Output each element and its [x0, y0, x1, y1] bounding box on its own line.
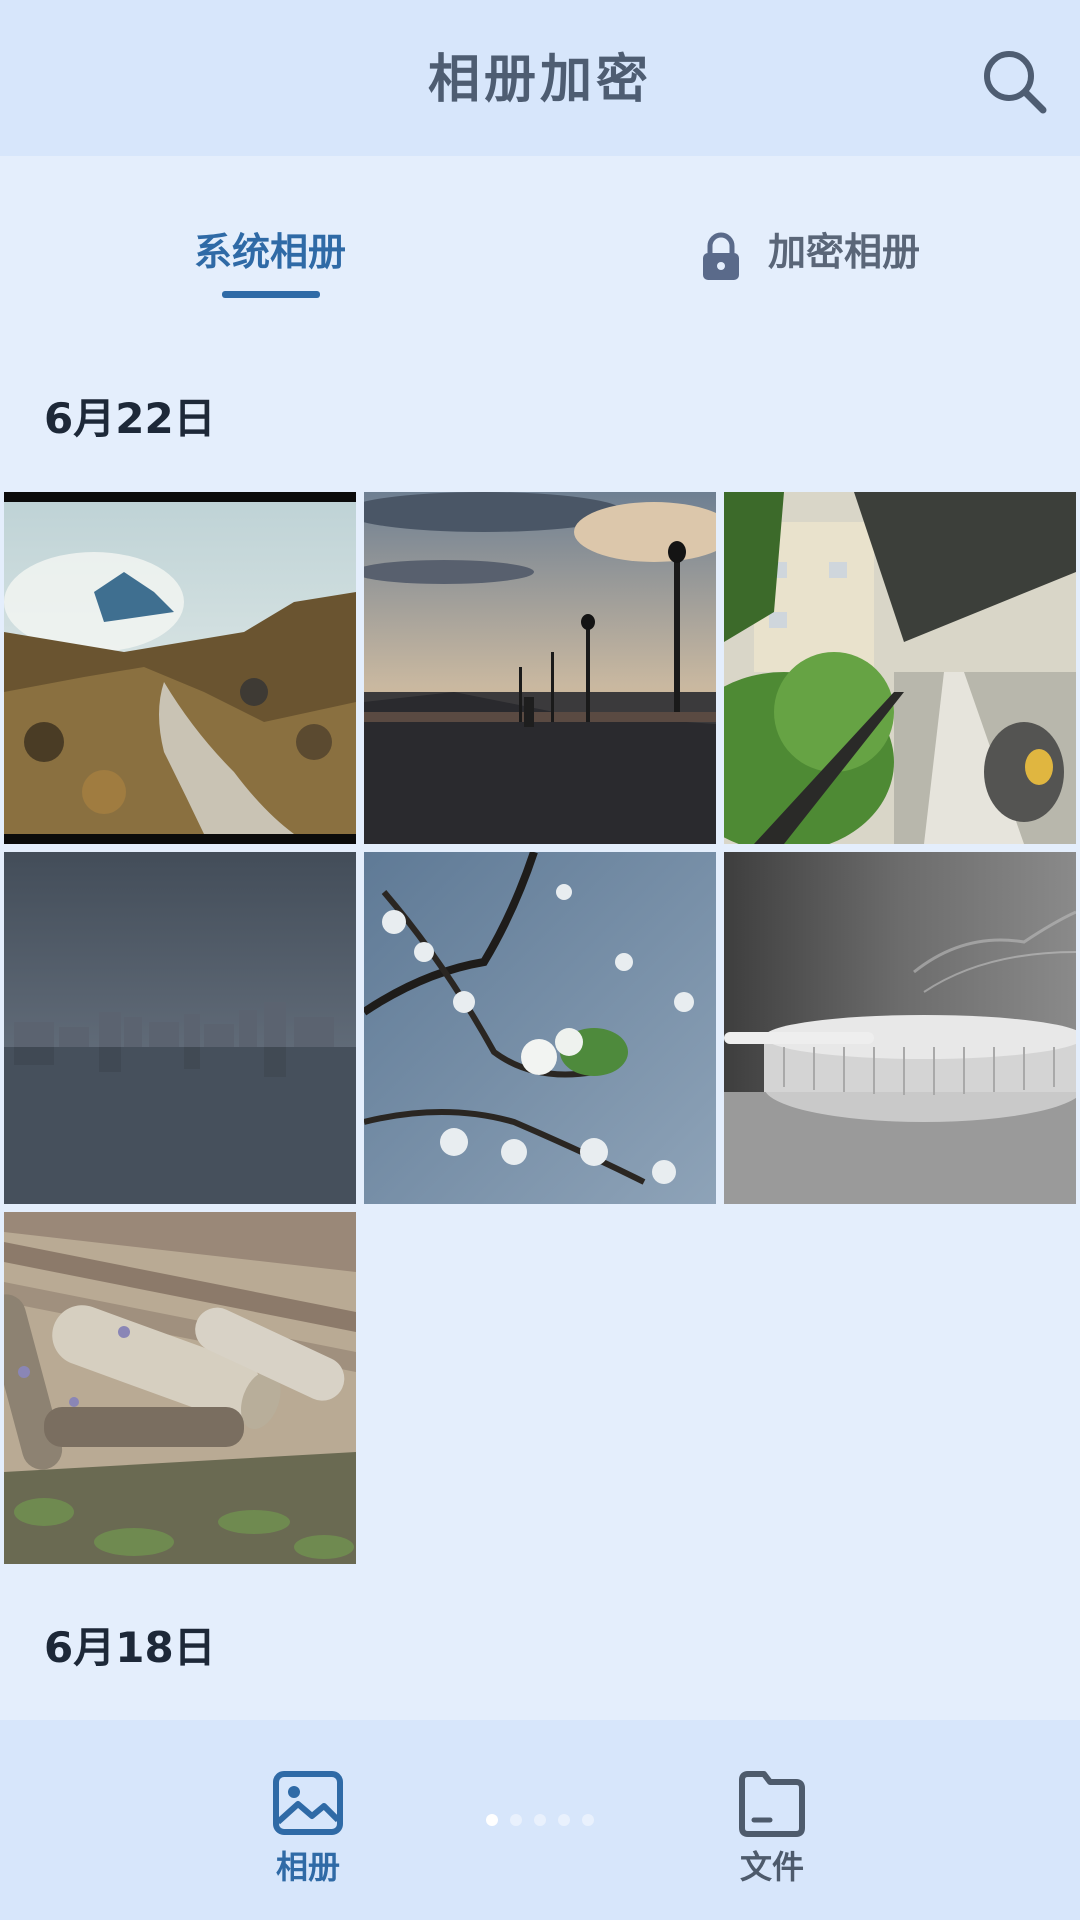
nav-item-album-label: 相册	[275, 1848, 340, 1886]
page-dot	[582, 1814, 594, 1826]
bottom-navigation: 相册 文件	[0, 1720, 1080, 1920]
photo-thumbnail-blossom-branch[interactable]	[364, 852, 716, 1204]
nav-item-files[interactable]: 文件	[692, 1750, 852, 1900]
lock-icon	[703, 232, 739, 280]
page-title: 相册加密	[427, 50, 652, 110]
photo-image	[4, 852, 356, 1204]
photo-image	[364, 852, 716, 1204]
photo-image	[724, 492, 1076, 844]
tab-system-album-label: 系统相册	[193, 230, 346, 274]
page-dot	[558, 1814, 570, 1826]
nav-item-album[interactable]: 相册	[228, 1750, 388, 1900]
section-date-label: 6月18日	[44, 1623, 216, 1672]
page-dot	[534, 1814, 546, 1826]
photo-thumbnail-riverside-walkway[interactable]	[364, 492, 716, 844]
page-dot	[510, 1814, 522, 1826]
search-icon	[984, 51, 1047, 114]
page-indicator	[486, 1812, 596, 1828]
tab-encrypted-album-label: 加密相册	[768, 230, 921, 274]
nav-item-files-label: 文件	[739, 1848, 804, 1886]
page-dot	[486, 1814, 498, 1826]
photo-image	[4, 1212, 356, 1564]
photo-thumbnail-glass-ashtray[interactable]	[724, 852, 1076, 1204]
photo-image	[724, 852, 1076, 1204]
folder-icon	[739, 1771, 805, 1837]
image-icon	[273, 1771, 343, 1835]
photo-image	[4, 492, 356, 844]
photo-thumbnail-building-corridor[interactable]	[724, 492, 1076, 844]
top-app-bar: 相册加密	[0, 0, 1080, 156]
photo-thumbnail-bamboo-logs[interactable]	[4, 1212, 356, 1564]
active-tab-indicator	[222, 291, 320, 298]
tab-encrypted-album[interactable]: 加密相册	[700, 220, 930, 300]
tab-system-album[interactable]: 系统相册	[190, 220, 350, 300]
photo-thumbnail-rocky-stream[interactable]	[4, 492, 356, 844]
photo-thumbnail-city-skyline[interactable]	[4, 852, 356, 1204]
section-date-label: 6月22日	[44, 394, 216, 443]
photo-image	[364, 492, 716, 844]
search-button[interactable]	[975, 42, 1055, 122]
